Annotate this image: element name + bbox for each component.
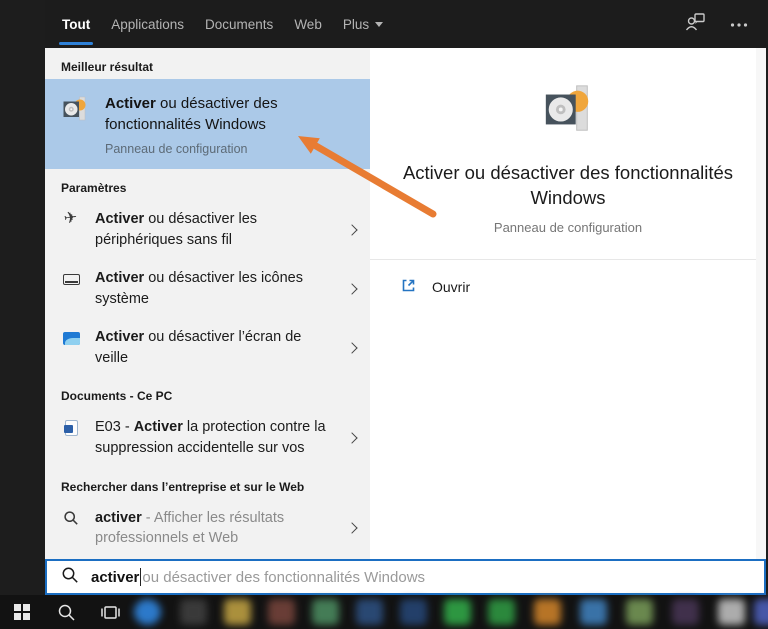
- best-match-result[interactable]: Activer ou désactiver des fonctionnalité…: [45, 79, 370, 169]
- tab-label: Plus: [342, 16, 370, 32]
- best-match-title-bold: Activer: [105, 95, 156, 112]
- search-body: Meilleur résultat Activer ou désactiver …: [45, 48, 766, 559]
- tab-tout[interactable]: Tout: [58, 0, 94, 48]
- best-match-subtitle: Panneau de configuration: [105, 142, 248, 156]
- result-label: E03 - Activer la protection contre la su…: [95, 419, 326, 457]
- taskbar-app-icon[interactable]: [444, 599, 471, 625]
- windows-logo-icon: [14, 604, 30, 620]
- chevron-right-icon: [346, 283, 358, 295]
- preview-subtitle: Panneau de configuration: [493, 219, 643, 235]
- search-input[interactable]: activer ou désactiver des fonctionnalité…: [45, 559, 766, 595]
- search-tabs: Tout Applications Documents Web Plus: [45, 0, 384, 48]
- tab-label: Documents: [205, 16, 274, 32]
- windows-features-icon-large: [541, 82, 595, 141]
- taskbar-rectangle-icon: [61, 270, 81, 286]
- taskbar-app-icon[interactable]: [400, 599, 427, 625]
- settings-result-system-icons[interactable]: Activer ou désactiver les icônes système: [45, 259, 370, 318]
- feedback-icon[interactable]: [685, 11, 706, 37]
- taskbar-app-icon[interactable]: [134, 599, 161, 625]
- taskbar-app-icon[interactable]: [356, 599, 383, 625]
- preview-pane: Activer ou désactiver des fonctionnalité…: [370, 48, 766, 559]
- airplane-icon: ✈: [63, 209, 79, 228]
- word-document-icon: [61, 419, 81, 437]
- tab-applications[interactable]: Applications: [111, 0, 184, 48]
- taskbar: [0, 595, 768, 629]
- tab-plus[interactable]: Plus: [342, 0, 384, 48]
- section-header-settings: Paramètres: [61, 181, 127, 195]
- taskbar-app-icon[interactable]: [488, 599, 515, 625]
- more-icon[interactable]: [730, 15, 748, 33]
- search-header: Tout Applications Documents Web Plus: [45, 0, 766, 48]
- start-button[interactable]: [6, 598, 38, 626]
- taskbar-app-icon[interactable]: [718, 599, 745, 625]
- search-autocomplete-text: ou désactiver des fonctionnalités Window…: [142, 568, 426, 586]
- result-label: activer - Afficher les résultats profess…: [95, 509, 285, 547]
- taskbar-app-icon[interactable]: [672, 599, 699, 625]
- taskbar-app-icon[interactable]: [180, 599, 207, 625]
- open-icon: [400, 277, 417, 297]
- section-header-best-match: Meilleur résultat: [61, 60, 154, 74]
- result-label: Activer ou désactiver les icônes système: [95, 270, 303, 307]
- result-label: Activer ou désactiver l’écran de veille: [95, 329, 302, 366]
- section-header-documents: Documents - Ce PC: [61, 389, 173, 404]
- preview-title: Activer ou désactiver des fonctionnalité…: [402, 162, 734, 208]
- text-cursor: [140, 568, 142, 586]
- result-label: Activer ou désactiver les périphériques …: [95, 211, 258, 248]
- section-header-web-search: Rechercher dans l’entreprise et sur le W…: [61, 479, 305, 494]
- desktop: Tout Applications Documents Web Plus Mei…: [0, 0, 768, 629]
- taskbar-app-icon[interactable]: [580, 599, 607, 625]
- task-view-button[interactable]: [94, 598, 126, 626]
- search-icon: [61, 566, 79, 589]
- windows-features-icon: [61, 95, 89, 156]
- tab-web[interactable]: Web: [294, 0, 322, 48]
- chevron-down-icon: [375, 21, 384, 27]
- taskbar-app-icon[interactable]: [224, 599, 251, 625]
- chevron-right-icon: [346, 223, 358, 236]
- best-match-title: Activer ou désactiver des fonctionnalité…: [105, 95, 278, 133]
- document-result[interactable]: E03 - Activer la protection contre la su…: [45, 408, 370, 467]
- taskbar-app-icon[interactable]: [268, 599, 295, 625]
- chevron-right-icon: [346, 432, 358, 444]
- scrollbar-track[interactable]: [756, 48, 766, 559]
- task-view-icon: [101, 606, 120, 619]
- open-label: Ouvrir: [432, 278, 471, 295]
- tab-label: Web: [294, 16, 322, 32]
- search-typed-text: activer: [91, 568, 140, 586]
- taskbar-search-button[interactable]: [50, 598, 82, 626]
- taskbar-app-icon[interactable]: [754, 599, 768, 625]
- chevron-right-icon: [346, 342, 358, 354]
- chevron-right-icon: [346, 522, 358, 534]
- search-icon: [58, 604, 75, 621]
- tab-documents[interactable]: Documents: [205, 0, 273, 48]
- results-list: Meilleur résultat Activer ou désactiver …: [45, 48, 370, 559]
- tab-label: Tout: [62, 16, 91, 32]
- search-flyout-window: Tout Applications Documents Web Plus Mei…: [45, 0, 766, 595]
- settings-result-screensaver[interactable]: Activer ou désactiver l’écran de veille: [45, 318, 370, 377]
- settings-result-wireless[interactable]: ✈ Activer ou désactiver les périphérique…: [45, 200, 370, 259]
- tab-label: Applications: [111, 16, 185, 32]
- search-icon: [61, 510, 81, 526]
- web-suggestion-1[interactable]: activer - Afficher les résultats profess…: [45, 499, 370, 558]
- taskbar-app-icon[interactable]: [534, 599, 561, 625]
- open-action[interactable]: Ouvrir: [370, 260, 766, 297]
- taskbar-app-icon[interactable]: [626, 599, 653, 625]
- screensaver-icon: [61, 329, 81, 346]
- taskbar-app-icon[interactable]: [312, 599, 339, 625]
